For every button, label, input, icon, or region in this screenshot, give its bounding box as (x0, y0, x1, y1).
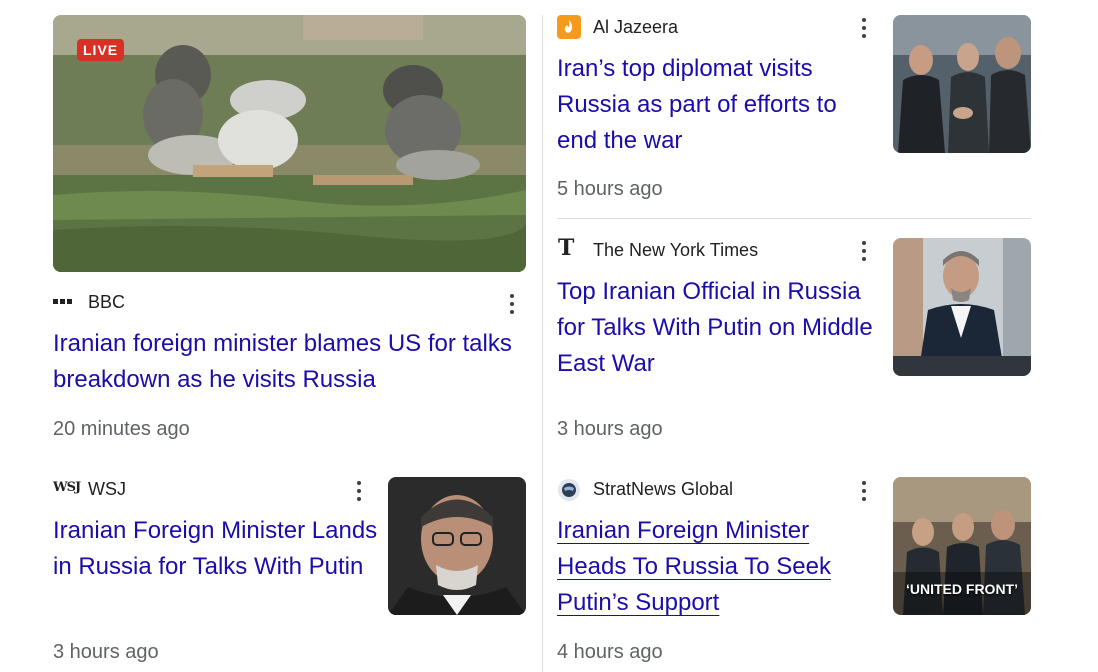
timestamp: 20 minutes ago (53, 418, 190, 440)
source-name[interactable]: Al Jazeera (593, 17, 678, 38)
source-name[interactable]: The New York Times (593, 240, 758, 261)
more-options-icon[interactable] (855, 239, 873, 263)
official-photo (893, 238, 1031, 376)
more-options-icon[interactable] (855, 479, 873, 503)
headline-link[interactable]: Top Iranian Official in Russia for Talks… (557, 274, 882, 382)
nyt-logo-icon: T (558, 235, 575, 261)
al-jazeera-logo-icon (557, 15, 581, 39)
article-divider (557, 218, 1031, 219)
stratnews-logo-icon (558, 479, 580, 501)
headline-link[interactable]: Iran’s top diplomat visits Russia as par… (557, 51, 882, 159)
article-thumbnail[interactable] (388, 477, 526, 615)
bbc-logo-icon (53, 293, 73, 309)
headline-link[interactable]: Iranian Foreign Minister Lands in Russia… (53, 513, 378, 585)
globe-glyph (562, 483, 576, 497)
article-thumbnail[interactable] (893, 15, 1031, 153)
headline-link[interactable]: Iranian foreign minister blames US for t… (53, 326, 526, 398)
source-name[interactable]: WSJ (88, 479, 126, 500)
live-badge: LIVE (77, 39, 125, 61)
portrait-photo (388, 477, 526, 615)
more-options-icon[interactable] (855, 16, 873, 40)
source-name[interactable]: BBC (88, 292, 125, 313)
article-thumbnail[interactable]: ‘UNITED FRONT’ (893, 477, 1031, 615)
article-thumbnail[interactable] (893, 238, 1031, 376)
image-caption: ‘UNITED FRONT’ (906, 581, 1018, 597)
column-divider (542, 15, 543, 672)
al-jazeera-glyph (564, 20, 573, 33)
meeting-photo (893, 15, 1031, 153)
more-options-icon[interactable] (503, 292, 521, 316)
timestamp: 3 hours ago (53, 641, 159, 663)
featured-image[interactable]: LIVE (53, 15, 526, 272)
headline-link[interactable]: Iranian Foreign Minister Heads To Russia… (557, 513, 882, 621)
timestamp: 3 hours ago (557, 418, 663, 440)
source-name[interactable]: StratNews Global (593, 479, 733, 500)
more-options-icon[interactable] (350, 479, 368, 503)
wsj-logo-icon: WSJ (53, 480, 81, 495)
timestamp: 4 hours ago (557, 641, 663, 663)
timestamp: 5 hours ago (557, 178, 663, 200)
